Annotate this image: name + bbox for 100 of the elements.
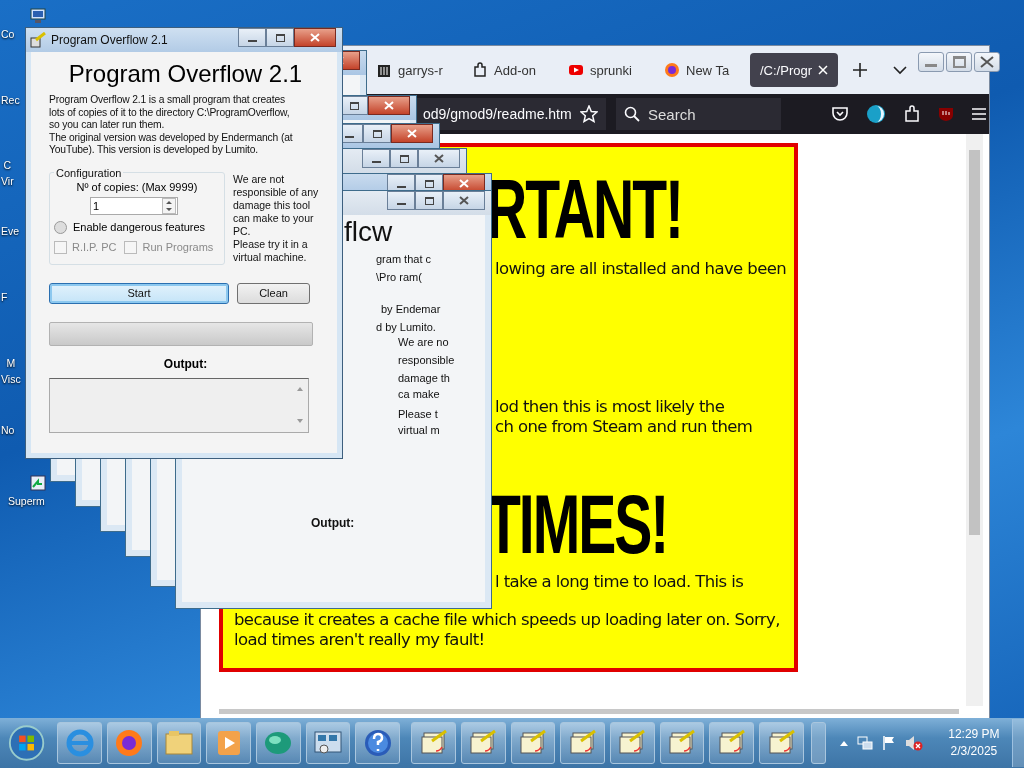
page-heading: RTANT!: [486, 169, 683, 249]
desktop-icon-label[interactable]: F: [0, 289, 8, 305]
page-text: lowing are all installed and have been: [495, 259, 787, 279]
maximize-button[interactable]: [415, 191, 443, 210]
taskbar-button[interactable]: [659, 722, 705, 764]
radio-button[interactable]: [54, 220, 67, 234]
shortcut-icon: [30, 475, 46, 491]
browser-tab[interactable]: Add-on: [462, 53, 554, 87]
pocket-icon[interactable]: [831, 105, 849, 123]
checkbox-label: R.I.P. PC: [72, 241, 117, 254]
maximize-button[interactable]: [390, 149, 418, 168]
start-button[interactable]: [8, 723, 46, 763]
dialog-button[interactable]: Start: [49, 282, 229, 304]
group-title: Configuration: [55, 166, 123, 179]
taskbar-button[interactable]: [560, 722, 606, 764]
speaker-muted-icon[interactable]: [904, 735, 923, 751]
window-title: Program Overflow 2.1: [51, 33, 169, 47]
browser-tab[interactable]: New Ta: [654, 53, 746, 87]
close-button[interactable]: [443, 191, 485, 210]
output-label: Output:: [162, 356, 209, 371]
minimize-button[interactable]: [362, 149, 390, 168]
text-fragment: ca make: [398, 388, 440, 400]
dialog-button[interactable]: Clean: [237, 282, 310, 304]
close-button[interactable]: [391, 124, 433, 143]
fox-icon: [664, 62, 680, 78]
page-heading: TIMES!: [486, 484, 668, 564]
taskbar-button[interactable]: [709, 722, 755, 764]
star-icon[interactable]: [580, 105, 598, 123]
close-icon: [980, 56, 994, 68]
close-button[interactable]: [368, 96, 410, 115]
copies-label: Nº of copies: (Max 9999): [75, 180, 199, 193]
desktop-icon-label[interactable]: No: [0, 422, 15, 438]
maximize-button[interactable]: [363, 124, 391, 143]
close-icon: [459, 196, 469, 205]
radio-label: Enable dangerous features: [73, 221, 206, 234]
close-icon: [384, 101, 394, 110]
taskbar-button[interactable]: [759, 722, 804, 764]
taskbar-button[interactable]: [510, 722, 556, 764]
text-fragment: flcw: [344, 216, 393, 248]
close-icon: [818, 65, 828, 75]
app-heading: Program Overflow 2.1: [67, 60, 304, 88]
text-fragment: damage th: [398, 372, 450, 384]
taskbar-button[interactable]: [206, 722, 251, 764]
play-icon: [568, 62, 584, 78]
close-button[interactable]: [974, 52, 1000, 72]
text-fragment: by Endemar: [381, 303, 441, 315]
minimize-button[interactable]: [387, 191, 415, 210]
close-icon: [459, 179, 469, 188]
taskbar-button[interactable]: [305, 722, 351, 764]
desktop-icon-label[interactable]: C Vir: [0, 157, 14, 189]
taskbar-button[interactable]: [156, 722, 202, 764]
output-field[interactable]: [49, 377, 309, 433]
chevron-icon[interactable]: [893, 65, 907, 75]
page-text: because it creates a cache file which speeds up loading later on. Sorry, load times aren't really my fault!: [234, 610, 780, 650]
puzzle-icon: [472, 62, 488, 78]
maximize-button[interactable]: [266, 28, 294, 47]
taskbar-button[interactable]: [411, 722, 456, 764]
app-icon: [30, 32, 46, 48]
taskbar-button[interactable]: [610, 722, 655, 764]
shield-icon[interactable]: [938, 106, 954, 122]
vertical-scrollbar[interactable]: [966, 134, 983, 706]
computer-icon: [30, 8, 46, 24]
plus-icon[interactable]: [853, 63, 867, 77]
text-fragment: Output:: [311, 516, 355, 530]
text-fragment: d by Lumito.: [376, 321, 436, 333]
minimize-button[interactable]: [238, 28, 266, 47]
spin-arrows-icon[interactable]: [162, 197, 176, 214]
browser-tab[interactable]: garrys-r: [366, 53, 458, 87]
text-fragment: responsible: [398, 354, 455, 366]
taskbar-button[interactable]: [106, 722, 152, 764]
taskbar-button[interactable]: [355, 722, 401, 764]
desktop-icon-label[interactable]: Eve: [0, 223, 20, 239]
flag-icon[interactable]: [881, 735, 896, 751]
text-fragment: Please t: [398, 408, 438, 420]
desktop-icon-label[interactable]: Rec: [0, 92, 20, 108]
checkbox-label: Run Programs: [142, 241, 214, 254]
chevron-up-icon[interactable]: [839, 740, 848, 746]
close-button[interactable]: [294, 28, 336, 47]
desktop-icon-label[interactable]: M Visc: [0, 355, 21, 387]
desktop-icon-label[interactable]: Co: [0, 26, 15, 42]
page-text: l take a long time to load. This is: [495, 572, 744, 592]
bin-icon: [376, 62, 392, 78]
page-text: lod then this is most likely the ch one from Steam and run them: [495, 397, 753, 437]
horizontal-scrollbar[interactable]: [219, 709, 959, 714]
taskbar-button[interactable]: [460, 722, 506, 764]
desktop-icon-label[interactable]: Superm: [0, 493, 45, 509]
text-fragment: gram that c: [376, 253, 432, 265]
network-icon[interactable]: [856, 735, 873, 751]
text-fragment: virtual m: [398, 424, 440, 436]
warning-text: We are not responsible of any damage this tool can make to your PC. Please try it in a virtual machine.: [233, 171, 319, 265]
browser-tab[interactable]: sprunki: [558, 53, 650, 87]
globe-icon[interactable]: [866, 104, 886, 124]
search-icon: [624, 106, 640, 122]
puzzle-icon[interactable]: [903, 105, 921, 123]
browser-tab[interactable]: /C:/Progr: [750, 53, 838, 87]
close-icon: [407, 129, 417, 138]
clock[interactable]: 12:29 PM 2/3/2025: [941, 726, 1006, 760]
search-field[interactable]: Search: [616, 98, 781, 130]
close-button[interactable]: [418, 149, 460, 168]
menu-icon[interactable]: [971, 107, 987, 121]
